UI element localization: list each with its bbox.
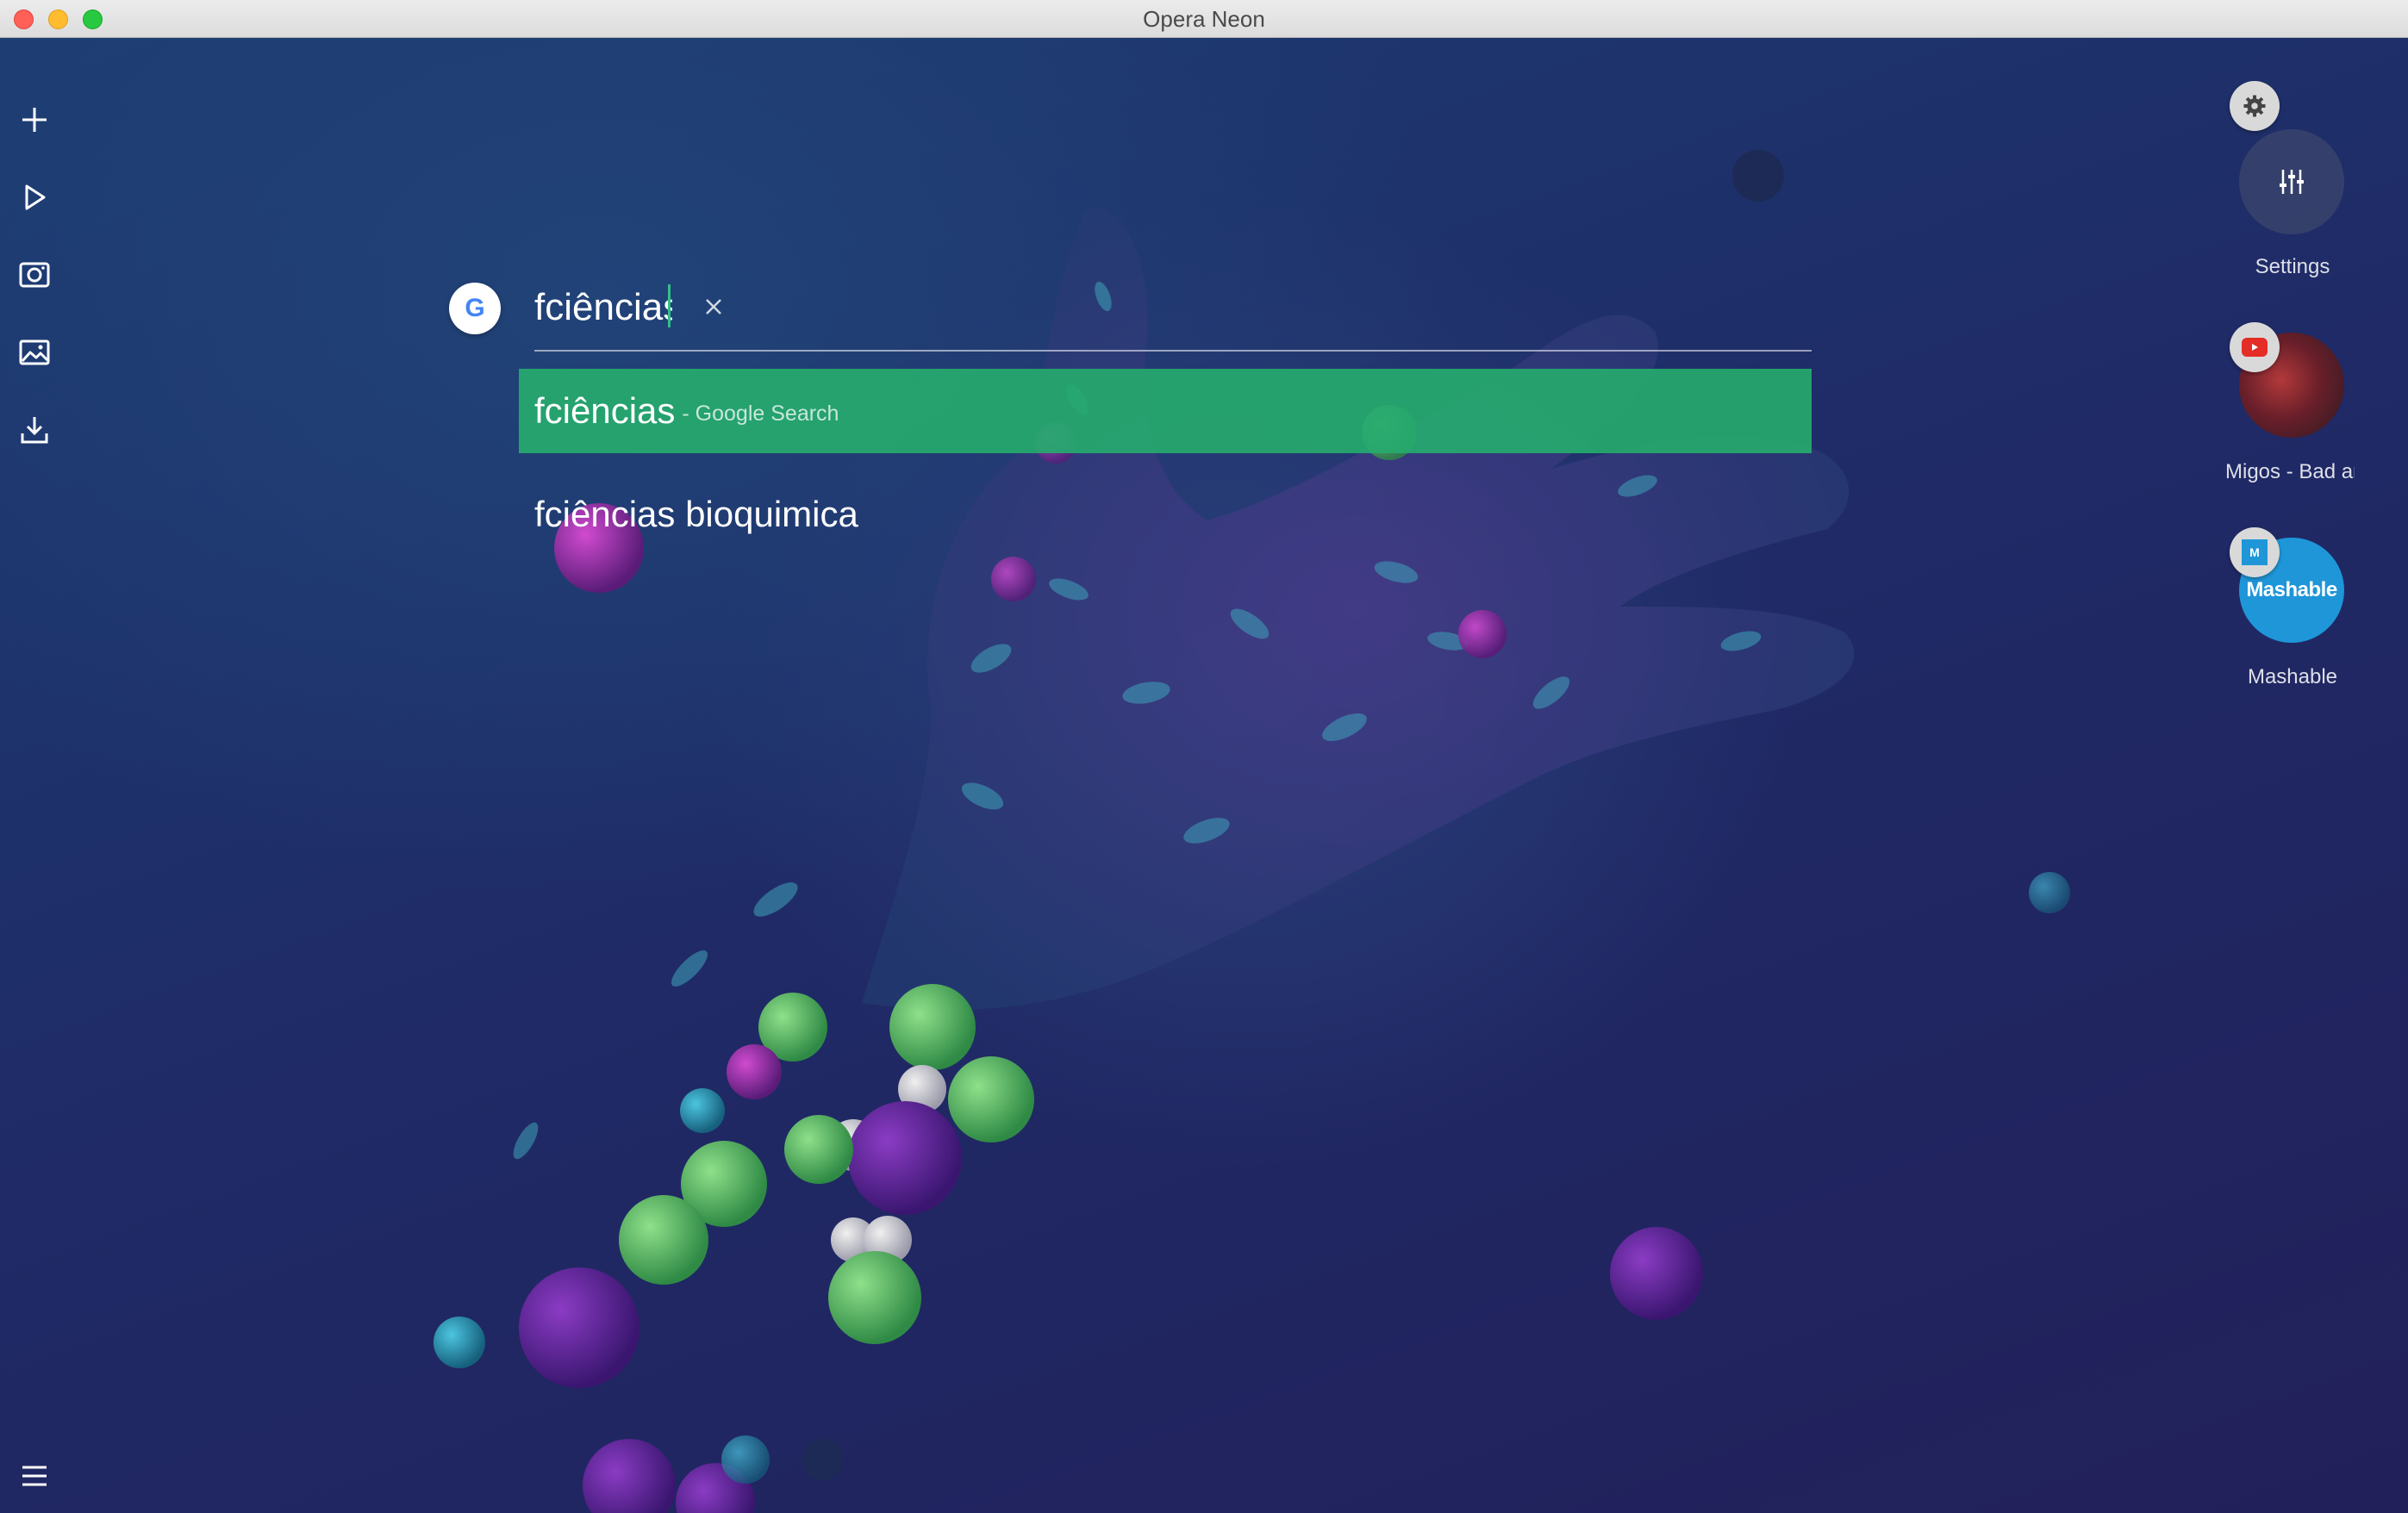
video-tile-label: Migos - Bad and Boujee bbox=[2225, 460, 2355, 483]
search-engine-button[interactable]: G bbox=[449, 283, 501, 334]
text-caret bbox=[668, 284, 671, 327]
menu-button[interactable] bbox=[12, 1454, 57, 1498]
snapshot-button[interactable] bbox=[12, 252, 57, 297]
gallery-button[interactable] bbox=[12, 330, 57, 375]
youtube-icon bbox=[2242, 338, 2268, 357]
suggestion-text: fciências bioquimica bbox=[534, 494, 858, 534]
close-icon bbox=[706, 299, 721, 314]
search-input[interactable] bbox=[534, 277, 672, 338]
background-hand-artwork bbox=[434, 150, 2070, 1513]
image-icon bbox=[19, 339, 50, 365]
suggestion-item-selected[interactable]: fciências - Google Search bbox=[519, 369, 1812, 453]
plus-icon bbox=[22, 108, 47, 132]
play-triangle-icon bbox=[2252, 344, 2258, 351]
new-tab-button[interactable] bbox=[12, 97, 57, 142]
clear-search-button[interactable] bbox=[696, 290, 731, 324]
downloads-button[interactable] bbox=[12, 408, 57, 452]
hamburger-menu-icon bbox=[22, 1466, 47, 1486]
mashable-badge: M bbox=[2230, 527, 2280, 577]
download-icon bbox=[21, 417, 48, 444]
media-player-button[interactable] bbox=[12, 175, 57, 220]
title-bar: Opera Neon bbox=[0, 0, 2408, 38]
mashable-icon: M bbox=[2242, 539, 2268, 565]
settings-badge bbox=[2230, 81, 2280, 131]
browser-window: Opera Neon G fciências fciências - Googl… bbox=[0, 0, 2408, 1513]
youtube-badge bbox=[2230, 322, 2280, 372]
settings-tile[interactable] bbox=[2239, 129, 2344, 234]
mashable-logo: Mashable bbox=[2246, 578, 2337, 601]
play-icon bbox=[25, 184, 46, 210]
mashable-tile-label: Mashable bbox=[2247, 665, 2338, 688]
search-underline bbox=[534, 350, 1812, 352]
start-page: G fciências - Google Search fciências bi… bbox=[0, 38, 2408, 1513]
window-title: Opera Neon bbox=[1143, 6, 1265, 32]
suggestion-item[interactable]: fciências bioquimica bbox=[519, 472, 1812, 557]
suggestion-hint: - Google Search bbox=[682, 401, 839, 426]
suggestion-text: fciências bbox=[534, 390, 676, 431]
google-icon: G bbox=[465, 294, 485, 322]
sliders-icon bbox=[2280, 170, 2304, 194]
camera-icon bbox=[19, 262, 50, 288]
settings-tile-label: Settings bbox=[2255, 255, 2330, 278]
gear-icon bbox=[2243, 95, 2266, 117]
